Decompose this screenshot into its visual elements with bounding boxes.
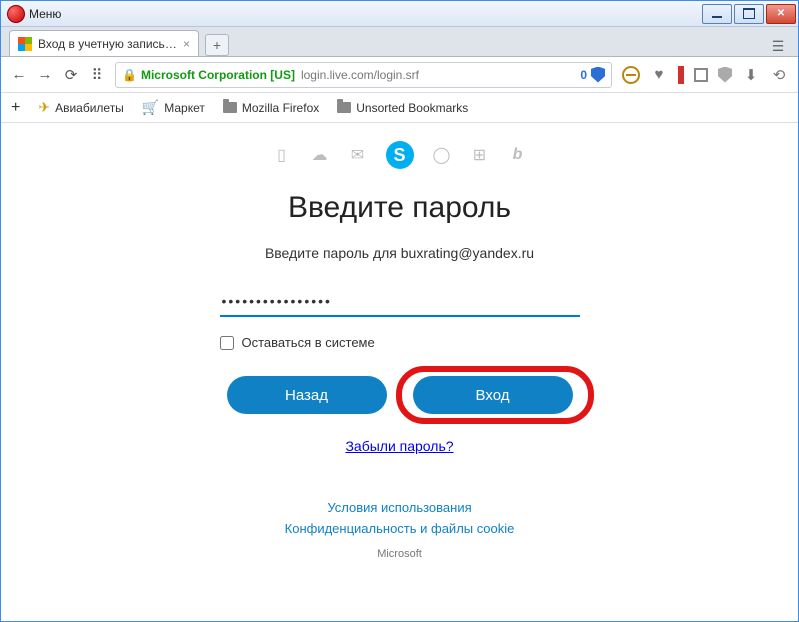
browser-tab[interactable]: Вход в учетную запись M... × [9, 30, 199, 56]
bookmark-label: Unsorted Bookmarks [356, 101, 468, 115]
stay-signed-row[interactable]: Оставаться в системе [220, 335, 580, 350]
page-content: ▯ ☁ ✉ S ◯ ⊞ b Введите пароль Введите пар… [1, 123, 798, 621]
certificate-label: Microsoft Corporation [US] [141, 68, 295, 82]
tab-title: Вход в учетную запись M... [38, 37, 177, 51]
page-heading: Введите пароль [288, 191, 511, 225]
microsoft-favicon-icon [18, 37, 32, 51]
back-icon[interactable]: ← [11, 67, 27, 83]
bookmark-label: Авиабилеты [55, 101, 124, 115]
tab-close-icon[interactable]: × [183, 37, 190, 51]
window-titlebar: Меню [1, 1, 798, 27]
minimize-button[interactable] [702, 4, 732, 24]
xbox-icon: ◯ [432, 145, 452, 165]
side-panel-toggle-icon[interactable]: ☰ [768, 36, 788, 56]
page-subheading: Введите пароль для buxrating@yandex.ru [265, 245, 534, 261]
adblock-icon[interactable] [622, 66, 640, 84]
close-button[interactable] [766, 4, 796, 24]
bookmark-aviabilety[interactable]: ✈ Авиабилеты [38, 99, 123, 116]
signin-button[interactable]: Вход [413, 376, 573, 414]
cart-icon: 🛒 [142, 99, 159, 116]
windows-icon: ⊞ [470, 145, 490, 165]
heart-icon[interactable]: ♥ [650, 66, 668, 84]
window-controls [702, 4, 798, 24]
folder-icon [337, 102, 351, 113]
toolbar-icons: ♥ ⬇ ⟲ [622, 66, 788, 84]
tab-bar: Вход в учетную запись M... × + ☰ [1, 27, 798, 57]
address-bar[interactable]: 🔒 Microsoft Corporation [US] login.live.… [115, 62, 612, 88]
menu-label[interactable]: Меню [29, 7, 61, 21]
bookmarks-bar: + ✈ Авиабилеты 🛒 Маркет Mozilla Firefox … [1, 93, 798, 123]
bookmark-label: Mozilla Firefox [242, 101, 319, 115]
bing-icon: b [508, 145, 528, 165]
add-bookmark-icon[interactable]: + [11, 99, 20, 117]
folder-icon [223, 102, 237, 113]
button-row: Назад Вход [220, 376, 580, 414]
password-section: Оставаться в системе Назад Вход Забыли п… [220, 287, 580, 454]
blocked-count: 0 [580, 68, 587, 82]
address-toolbar: ← → ⟳ ⠿ 🔒 Microsoft Corporation [US] log… [1, 57, 798, 93]
forgot-password-link[interactable]: Забыли пароль? [345, 438, 453, 454]
ms-service-icons: ▯ ☁ ✉ S ◯ ⊞ b [272, 141, 528, 169]
skype-icon: S [386, 141, 414, 169]
browser-window: Меню Вход в учетную запись M... × + ☰ ← … [0, 0, 799, 622]
reload-icon[interactable]: ⟳ [63, 67, 79, 83]
maximize-button[interactable] [734, 4, 764, 24]
terms-link[interactable]: Условия использования [327, 500, 471, 515]
footer-links: Условия использования Конфиденциальность… [285, 498, 515, 540]
password-input[interactable] [220, 287, 580, 317]
bookmark-market[interactable]: 🛒 Маркет [142, 99, 205, 116]
lastpass-icon[interactable] [678, 66, 684, 84]
address-right: 0 [580, 67, 605, 83]
download-icon[interactable]: ⬇ [742, 66, 760, 84]
speed-dial-icon[interactable]: ⠿ [89, 67, 105, 83]
microsoft-label: Microsoft [377, 548, 422, 560]
privacy-link[interactable]: Конфиденциальность и файлы cookie [285, 521, 515, 536]
onedrive-icon: ☁ [310, 145, 330, 165]
bookmark-mozilla[interactable]: Mozilla Firefox [223, 101, 319, 115]
opera-menu-icon[interactable] [7, 5, 25, 23]
bookmark-label: Маркет [164, 101, 205, 115]
forward-icon[interactable]: → [37, 67, 53, 83]
office-icon: ▯ [272, 145, 292, 165]
lock-icon: 🔒 [122, 68, 137, 82]
stay-signed-label: Оставаться в системе [242, 335, 375, 350]
shield-grey-icon[interactable] [718, 67, 732, 83]
shield-icon[interactable] [591, 67, 605, 83]
stay-signed-checkbox[interactable] [220, 336, 234, 350]
sync-icon[interactable]: ⟲ [770, 66, 788, 84]
new-tab-button[interactable]: + [205, 34, 229, 56]
outlook-icon: ✉ [348, 145, 368, 165]
extension-icon[interactable] [694, 68, 708, 82]
plane-icon: ✈ [38, 99, 50, 116]
bookmark-unsorted[interactable]: Unsorted Bookmarks [337, 101, 468, 115]
back-button[interactable]: Назад [227, 376, 387, 414]
url-text: login.live.com/login.srf [301, 68, 419, 82]
